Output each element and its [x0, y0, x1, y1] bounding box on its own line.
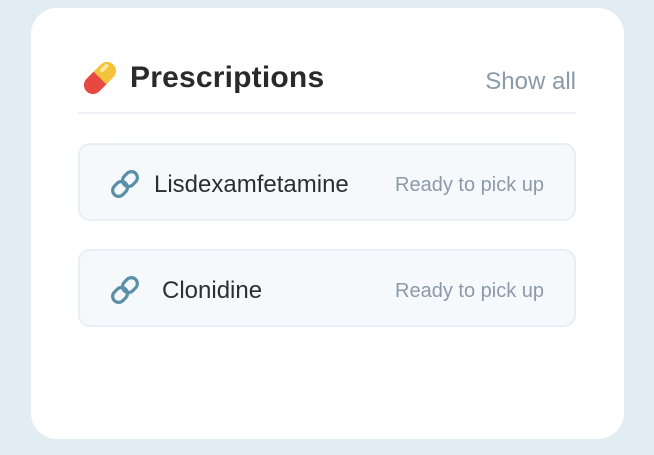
prescription-name: Clonidine [162, 277, 263, 304]
prescription-status: Ready to pick up [395, 280, 544, 302]
prescription-status: Ready to pick up [395, 174, 544, 196]
link-icon [111, 276, 139, 304]
show-all-link[interactable]: Show all [485, 68, 576, 96]
prescription-name: Lisdexamfetamine [154, 171, 349, 198]
prescriptions-card: Prescriptions Show all Lisdexamfetamine … [31, 8, 624, 439]
link-icon [111, 170, 139, 198]
pill-icon [83, 61, 117, 95]
prescription-item[interactable]: Lisdexamfetamine Ready to pick up [78, 143, 576, 221]
card-header: Prescriptions Show all [78, 48, 576, 114]
prescription-item[interactable]: Clonidine Ready to pick up [78, 249, 576, 327]
card-title: Prescriptions [130, 61, 325, 94]
card-title-wrap: Prescriptions [78, 56, 324, 100]
prescription-list: Lisdexamfetamine Ready to pick up Clonid… [78, 143, 576, 355]
